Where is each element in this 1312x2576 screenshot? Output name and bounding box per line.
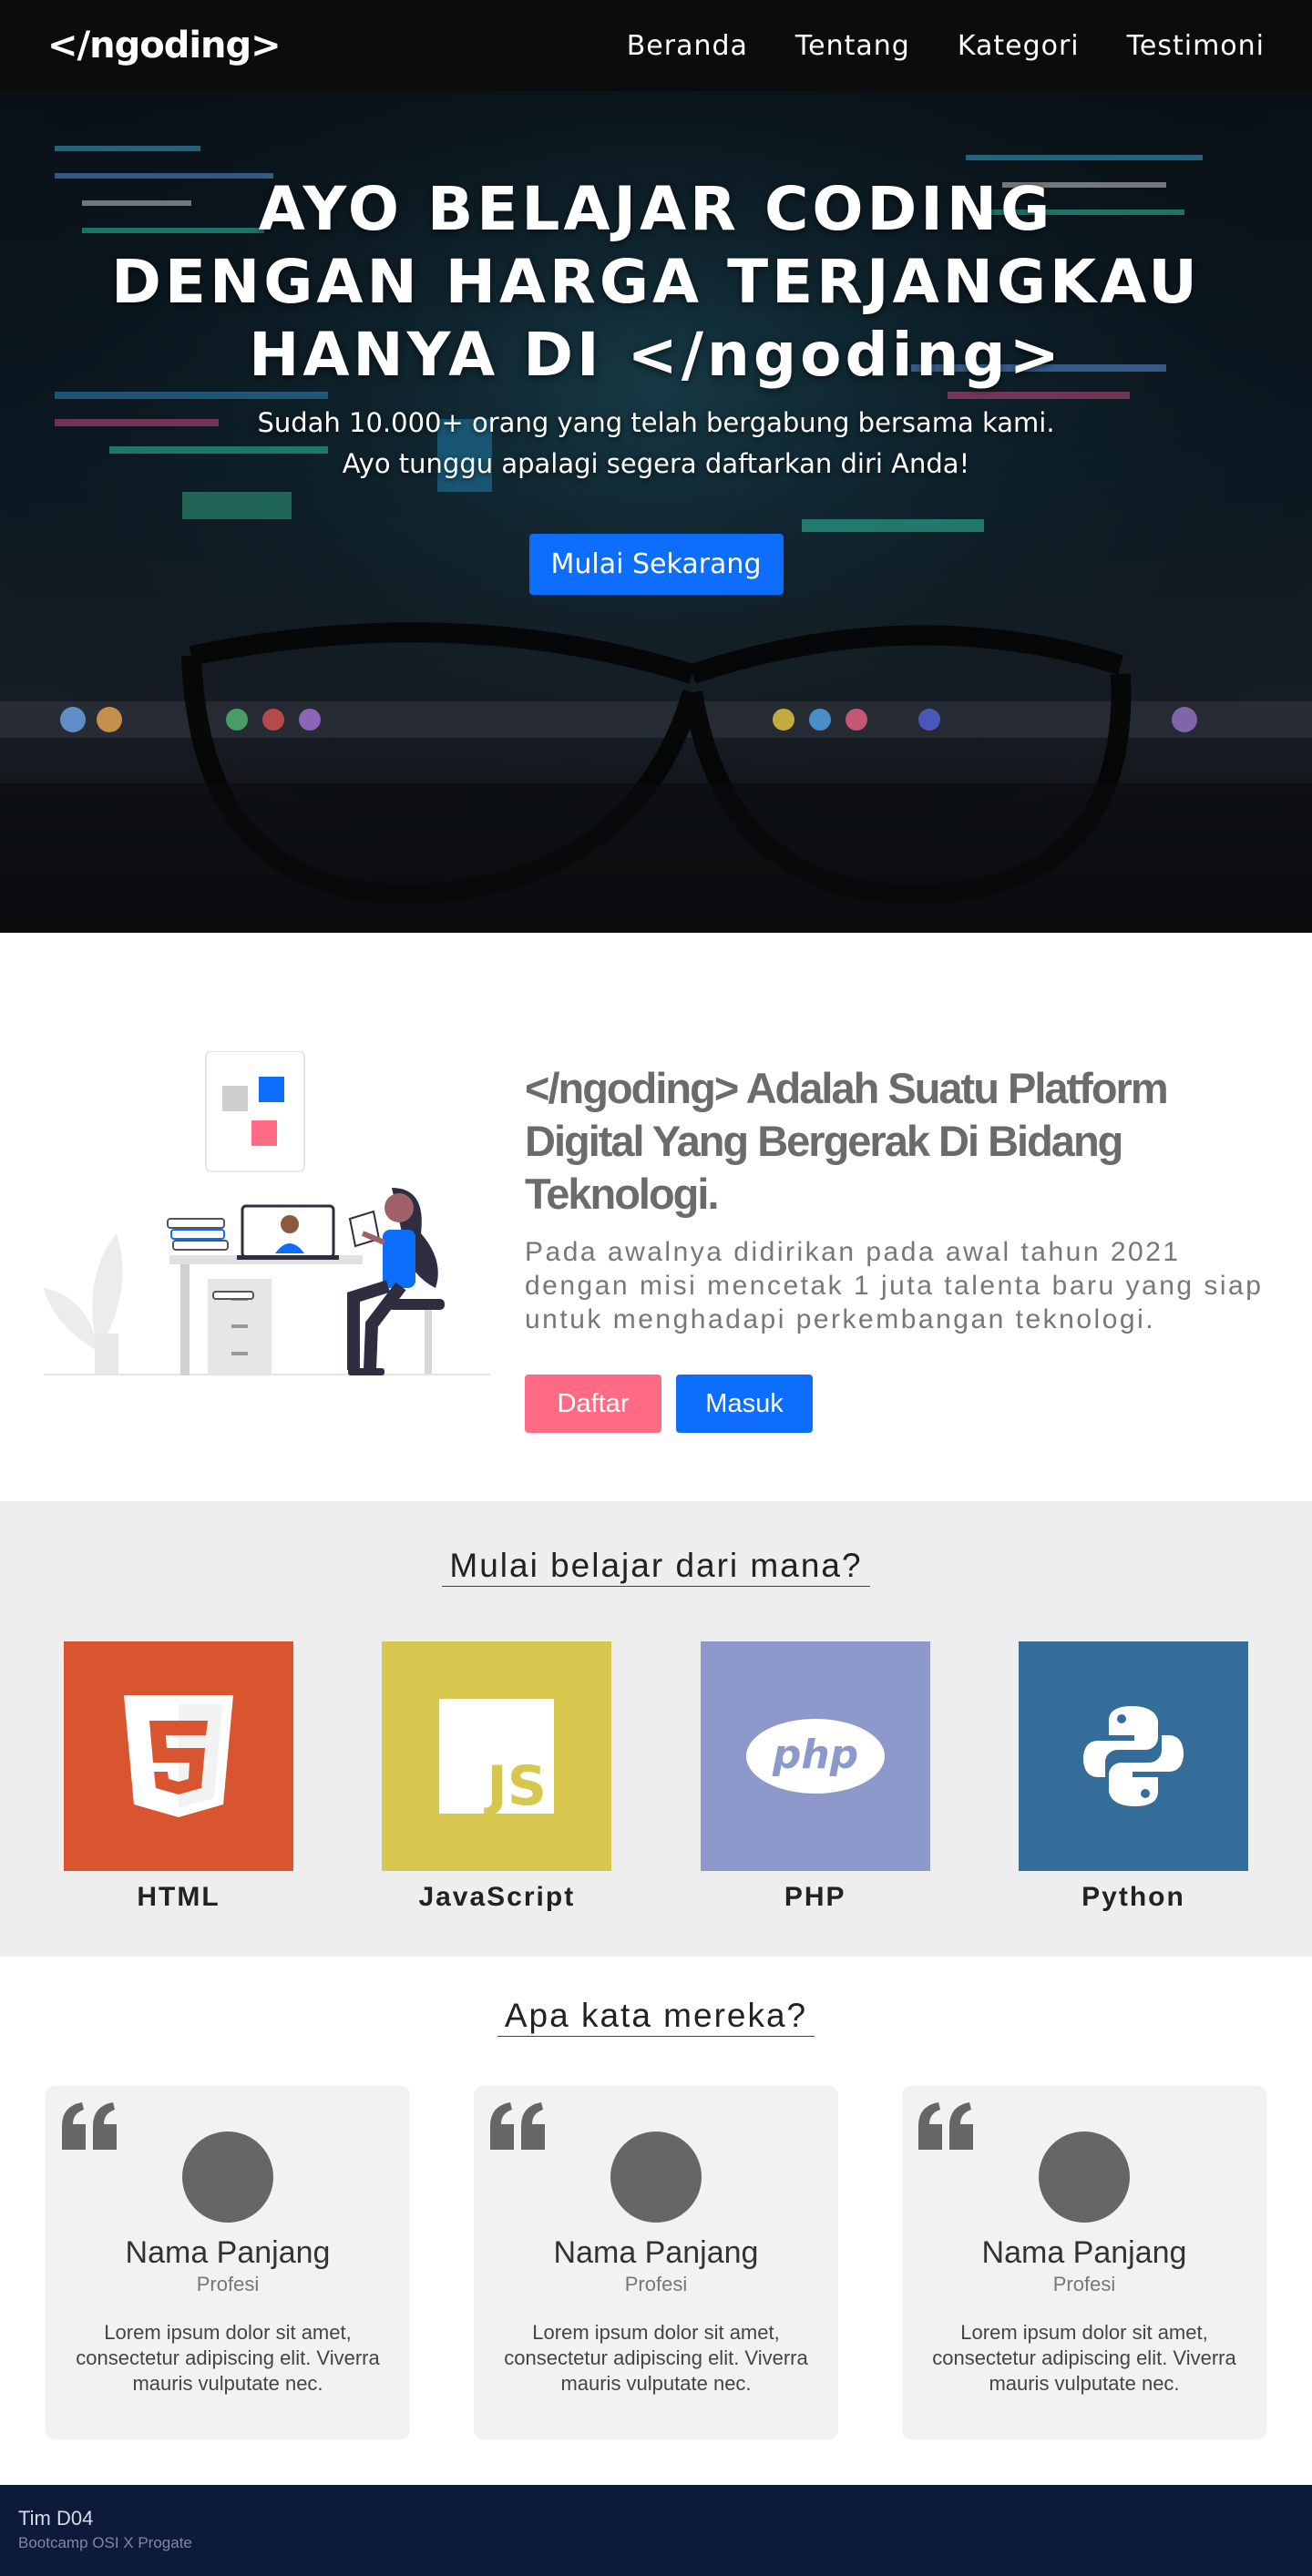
testimonial-text: Lorem ipsum dolor sit amet, consectetur …	[932, 2321, 1236, 2395]
category-card-php[interactable]: php PHP	[700, 1641, 930, 1913]
navbar: </ngoding> Beranda Tentang Kategori Test…	[0, 0, 1312, 91]
testimonial-text: Lorem ipsum dolor sit amet, consectetur …	[76, 2321, 380, 2395]
php-icon: php	[700, 1641, 930, 1871]
testimonial-grid: Nama Panjang Profesi Lorem ipsum dolor s…	[46, 2086, 1266, 2439]
javascript-icon: JS	[382, 1641, 612, 1871]
hero-section: AYO BELAJAR CODING DENGAN HARGA TERJANGK…	[0, 91, 1312, 933]
categories-title: Mulai belajar dari mana?	[0, 1547, 1312, 1587]
python-icon	[1018, 1641, 1248, 1871]
nav-link-kategori[interactable]: Kategori	[958, 30, 1080, 62]
hero-subtitle-line-1: Sudah 10.000+ orang yang telah bergabung…	[257, 407, 1055, 438]
testimonials-title: Apa kata mereka?	[0, 1997, 1312, 2037]
testimonial-name: Nama Panjang	[981, 2235, 1187, 2270]
category-label-html: HTML	[137, 1882, 220, 1912]
avatar	[182, 2131, 273, 2223]
svg-text:JS: JS	[484, 1754, 548, 1814]
daftar-button[interactable]: Daftar	[525, 1375, 661, 1433]
testimonial-name: Nama Panjang	[125, 2235, 331, 2270]
quote-icon	[918, 2102, 973, 2150]
hero-title: AYO BELAJAR CODING DENGAN HARGA TERJANGK…	[111, 174, 1201, 390]
quote-icon	[62, 2102, 117, 2150]
testimonial-role: Profesi	[1052, 2273, 1116, 2295]
nav-link-tentang[interactable]: Tentang	[795, 30, 910, 62]
masuk-button[interactable]: Masuk	[676, 1375, 813, 1433]
avatar	[610, 2131, 702, 2223]
testimonial-name: Nama Panjang	[553, 2235, 759, 2270]
category-label-javascript: JavaScript	[418, 1882, 576, 1912]
about-buttons: Daftar Masuk	[525, 1375, 1290, 1433]
testimonial-card: Nama Panjang Profesi Lorem ipsum dolor s…	[902, 2086, 1266, 2439]
mulai-sekarang-button[interactable]: Mulai Sekarang	[528, 534, 784, 595]
testimonial-text: Lorem ipsum dolor sit amet, consectetur …	[504, 2321, 808, 2395]
about-text: </ngoding> Adalah Suatu Platform Digital…	[525, 1062, 1290, 1433]
footer-team: Tim D04	[18, 2507, 94, 2530]
footer: Tim D04 Bootcamp OSI X Progate	[0, 2485, 1312, 2576]
footer-subtitle: Bootcamp OSI X Progate	[18, 2534, 192, 2551]
quote-icon	[490, 2102, 545, 2150]
hero-subtitle: Sudah 10.000+ orang yang telah bergabung…	[0, 403, 1312, 485]
about-illustration	[44, 1051, 490, 1375]
hero-content: AYO BELAJAR CODING DENGAN HARGA TERJANGK…	[0, 173, 1312, 595]
avatar	[1039, 2131, 1130, 2223]
about-section: </ngoding> Adalah Suatu Platform Digital…	[0, 933, 1312, 1501]
site-logo[interactable]: </ngoding>	[47, 25, 282, 66]
nav-link-beranda[interactable]: Beranda	[627, 30, 748, 62]
category-card-python[interactable]: Python	[1018, 1641, 1248, 1913]
nav-links: Beranda Tentang Kategori Testimoni	[627, 30, 1265, 62]
nav-link-testimoni[interactable]: Testimoni	[1127, 30, 1265, 62]
testimonial-card: Nama Panjang Profesi Lorem ipsum dolor s…	[46, 2086, 410, 2439]
html5-icon	[64, 1641, 293, 1871]
categories-title-text: Mulai belajar dari mana?	[442, 1547, 870, 1587]
testimonial-role: Profesi	[624, 2273, 688, 2295]
hero-subtitle-line-2: Ayo tunggu apalagi segera daftarkan diri…	[342, 448, 970, 479]
testimonial-card: Nama Panjang Profesi Lorem ipsum dolor s…	[474, 2086, 838, 2439]
categories-section: Mulai belajar dari mana? HTML JS JavaScr…	[0, 1501, 1312, 1957]
category-card-javascript[interactable]: JS JavaScript	[382, 1641, 612, 1913]
testimonials-title-text: Apa kata mereka?	[497, 1997, 815, 2037]
about-brand: </ngoding>	[525, 1064, 739, 1112]
about-description: Pada awalnya didirikan pada awal tahun 2…	[525, 1237, 1264, 1334]
testimonials-section: Apa kata mereka? Nama Panjang Profesi Lo…	[0, 1957, 1312, 2485]
testimonial-role: Profesi	[196, 2273, 260, 2295]
category-grid: HTML JS JavaScript php PHP Python	[64, 1641, 1248, 1913]
svg-text:php: php	[771, 1732, 857, 1778]
category-label-python: Python	[1081, 1882, 1185, 1912]
about-heading: </ngoding> Adalah Suatu Platform Digital…	[525, 1062, 1290, 1221]
category-label-php: PHP	[784, 1882, 846, 1912]
category-card-html[interactable]: HTML	[64, 1641, 293, 1913]
